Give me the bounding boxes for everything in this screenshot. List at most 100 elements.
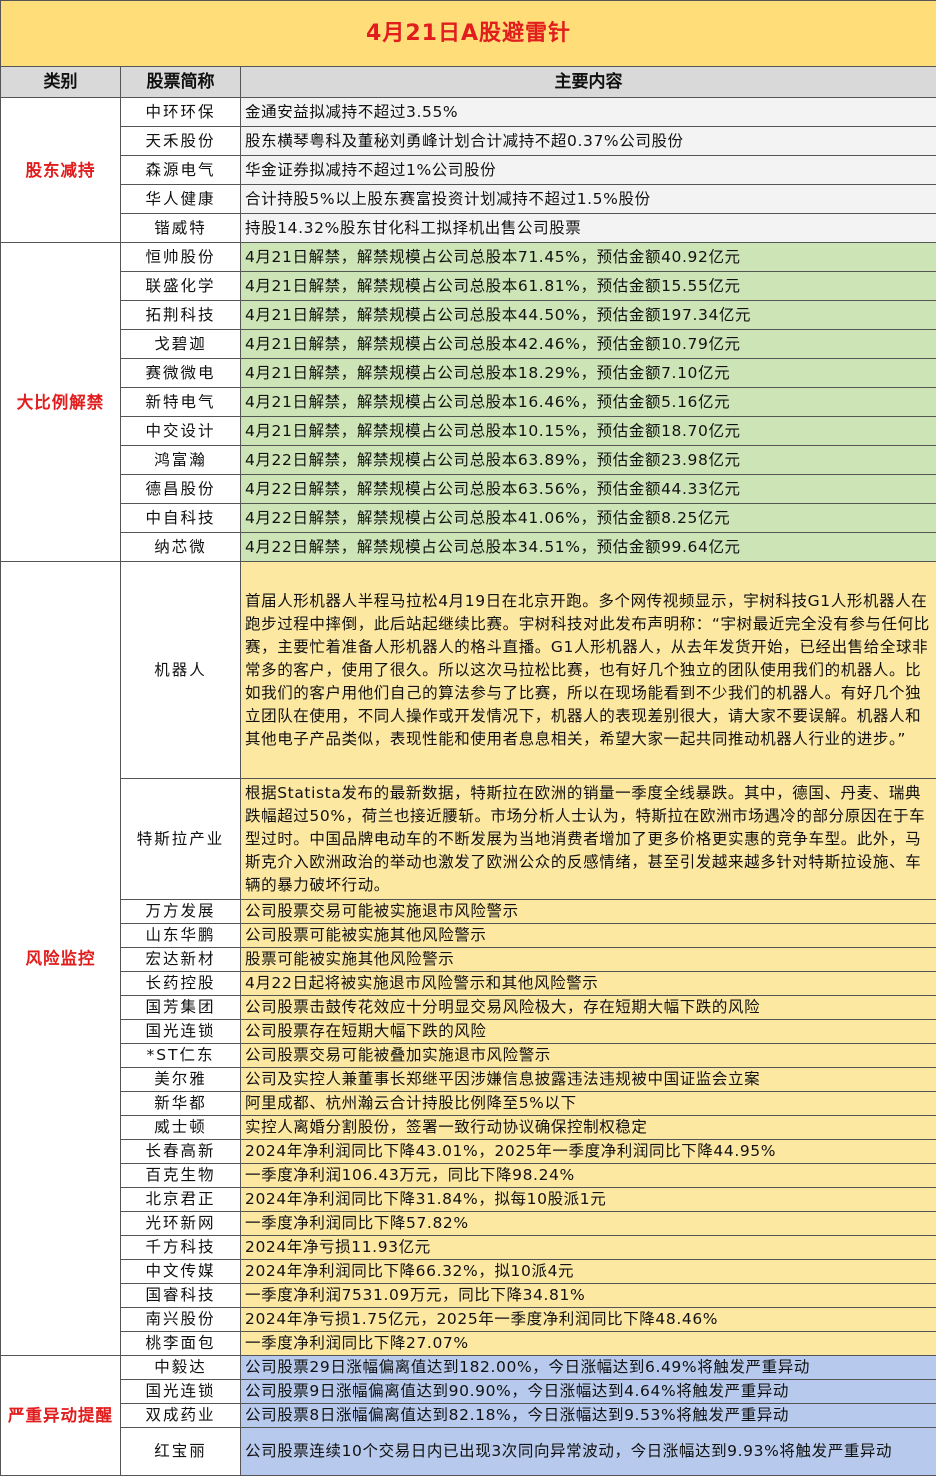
table-row: 威士顿 实控人离婚分割股份，签署一致行动协议确保控制权稳定 [1, 1115, 936, 1140]
table-row: 新华都 阿里成都、杭州瀚云合计持股比例降至5%以下 [1, 1091, 936, 1116]
content-cell: 2024年净利润同比下降43.01%，2025年一季度净利润同比下降44.95% [239, 1139, 936, 1164]
content-cell: 公司股票击鼓传花效应十分明显交易风险极大，存在短期大幅下跌的风险 [239, 995, 936, 1020]
stock-name-cell: 中毅达 [120, 1355, 241, 1380]
stock-name-cell: 山东华鹏 [120, 923, 241, 948]
table-row: 纳芯微 4月22日解禁，解禁规模占公司总股本34.51%，预估金额99.64亿元 [1, 532, 936, 562]
content-cell: 股东横琴粤科及董秘刘勇峰计划合计减持不超0.37%公司股份 [239, 126, 936, 156]
table-row: 华人健康 合计持股5%以上股东赛富投资计划减持不超过1.5%股份 [1, 184, 936, 214]
content-cell: 4月22日起将被实施退市风险警示和其他风险警示 [239, 971, 936, 996]
stock-name-cell: 锴威特 [120, 213, 241, 243]
table-row: 千方科技 2024年净亏损11.93亿元 [1, 1235, 936, 1260]
content-cell: 4月22日解禁，解禁规模占公司总股本41.06%，预估金额8.25亿元 [239, 503, 936, 533]
table-row: 中自科技 4月22日解禁，解禁规模占公司总股本41.06%，预估金额8.25亿元 [1, 503, 936, 533]
stock-name-cell: 万方发展 [120, 899, 241, 924]
content-cell: 4月21日解禁，解禁规模占公司总股本61.81%，预估金额15.55亿元 [239, 271, 936, 301]
content-cell: 4月21日解禁，解禁规模占公司总股本71.45%，预估金额40.92亿元 [239, 242, 936, 272]
content-cell: 公司股票29日涨幅偏离值达到182.00%，今日涨幅达到6.49%将触发严重异动 [239, 1355, 936, 1380]
table-row: 山东华鹏 公司股票可能被实施其他风险警示 [1, 923, 936, 948]
stock-name-cell: 恒帅股份 [120, 242, 241, 272]
content-cell: 首届人形机器人半程马拉松4月19日在北京开跑。多个网传视频显示，宇树科技G1人形… [239, 561, 936, 779]
table-row: 特斯拉产业 根据Statista发布的最新数据，特斯拉在欧洲的销量一季度全线暴跌。… [1, 778, 936, 900]
content-cell: 一季度净利润同比下降57.82% [239, 1211, 936, 1236]
stock-name-cell: 新华都 [120, 1091, 241, 1116]
stock-name-cell: 中交设计 [120, 416, 241, 446]
stock-name-cell: 红宝丽 [120, 1427, 241, 1476]
content-cell: 公司股票9日涨幅偏离值达到90.90%，今日涨幅达到4.64%将触发严重异动 [239, 1379, 936, 1404]
table-row: 国芳集团 公司股票击鼓传花效应十分明显交易风险极大，存在短期大幅下跌的风险 [1, 995, 936, 1020]
table-row: 万方发展 公司股票交易可能被实施退市风险警示 [1, 899, 936, 924]
stock-name-cell: 南兴股份 [120, 1307, 241, 1332]
table-row: 北京君正 2024年净利润同比下降31.84%，拟每10股派1元 [1, 1187, 936, 1212]
content-cell: 2024年净亏损1.75亿元，2025年一季度净利润同比下降48.46% [239, 1307, 936, 1332]
stock-name-cell: 国光连锁 [120, 1019, 241, 1044]
table-row: 光环新网 一季度净利润同比下降57.82% [1, 1211, 936, 1236]
table-row: 天禾股份 股东横琴粤科及董秘刘勇峰计划合计减持不超0.37%公司股份 [1, 126, 936, 156]
stock-name-cell: 国睿科技 [120, 1283, 241, 1308]
content-cell: 合计持股5%以上股东赛富投资计划减持不超过1.5%股份 [239, 184, 936, 214]
stock-name-cell: 特斯拉产业 [120, 778, 241, 900]
content-cell: 4月21日解禁，解禁规模占公司总股本10.15%，预估金额18.70亿元 [239, 416, 936, 446]
stock-name-cell: 赛微微电 [120, 358, 241, 388]
table-row: 百克生物 一季度净利润106.43万元，同比下降98.24% [1, 1163, 936, 1188]
table-row: 鸿富瀚 4月22日解禁，解禁规模占公司总股本63.89%，预估金额23.98亿元 [1, 445, 936, 475]
content-cell: 公司股票连续10个交易日内已出现3次同向异常波动，今日涨幅达到9.93%将触发严… [239, 1427, 936, 1476]
table-row: 严重异动提醒 中毅达 公司股票29日涨幅偏离值达到182.00%，今日涨幅达到6.4… [0, 1355, 936, 1476]
stock-name-cell: 纳芯微 [120, 532, 241, 562]
table-row: 红宝丽 公司股票连续10个交易日内已出现3次同向异常波动，今日涨幅达到9.93%将… [1, 1427, 936, 1476]
table-row: 锴威特 持股14.32%股东甘化科工拟择机出售公司股票 [1, 213, 936, 243]
table-row: 长春高新 2024年净利润同比下降43.01%，2025年一季度净利润同比下降44… [1, 1139, 936, 1164]
content-cell: 公司股票8日涨幅偏离值达到82.18%，今日涨幅达到9.53%将触发严重异动 [239, 1403, 936, 1428]
category-cell: 风险监控 [0, 561, 121, 1356]
table-row: 大比例解禁 恒帅股份 4月21日解禁，解禁规模占公司总股本71.45%，预估金额40… [0, 242, 936, 562]
content-cell: 2024年净亏损11.93亿元 [239, 1235, 936, 1260]
table-row: 中交设计 4月21日解禁，解禁规模占公司总股本10.15%，预估金额18.70亿元 [1, 416, 936, 446]
table-row: *ST仁东 公司股票交易可能被叠加实施退市风险警示 [1, 1043, 936, 1068]
stock-name-cell: 联盛化学 [120, 271, 241, 301]
table-row: 股东减持 中环环保 金通安益拟减持不超过3.55% [0, 97, 936, 243]
stock-name-cell: 光环新网 [120, 1211, 241, 1236]
category-cell: 严重异动提醒 [0, 1355, 121, 1476]
content-cell: 公司股票可能被实施其他风险警示 [239, 923, 936, 948]
table-row: 森源电气 华金证券拟减持不超过1%公司股份 [1, 155, 936, 185]
table-row: 联盛化学 4月21日解禁，解禁规模占公司总股本61.81%，预估金额15.55亿元 [1, 271, 936, 301]
content-cell: 4月21日解禁，解禁规模占公司总股本42.46%，预估金额10.79亿元 [239, 329, 936, 359]
table-body: 股东减持 中环环保 金通安益拟减持不超过3.55% 天禾股份 股东横琴粤科及董秘刘勇峰计… [0, 97, 936, 1476]
content-cell: 公司股票交易可能被叠加实施退市风险警示 [239, 1043, 936, 1068]
stock-name-cell: 百克生物 [120, 1163, 241, 1188]
content-cell: 2024年净利润同比下降66.32%，拟10派4元 [239, 1259, 936, 1284]
content-cell: 阿里成都、杭州瀚云合计持股比例降至5%以下 [239, 1091, 936, 1116]
table-row: 国光连锁 公司股票存在短期大幅下跌的风险 [1, 1019, 936, 1044]
table-row: 国睿科技 一季度净利润7531.09万元，同比下降34.81% [1, 1283, 936, 1308]
page-title: 4月21日A股避雷针 [0, 0, 936, 67]
table-row: 拓荆科技 4月21日解禁，解禁规模占公司总股本44.50%，预估金额197.34亿… [1, 300, 936, 330]
table-row: 南兴股份 2024年净亏损1.75亿元，2025年一季度净利润同比下降48.46% [1, 1307, 936, 1332]
stock-name-cell: 中环环保 [120, 97, 241, 127]
content-cell: 华金证券拟减持不超过1%公司股份 [239, 155, 936, 185]
stock-name-cell: 中文传媒 [120, 1259, 241, 1284]
stock-name-cell: 千方科技 [120, 1235, 241, 1260]
stock-name-cell: 桃李面包 [120, 1331, 241, 1356]
table-row: 德昌股份 4月22日解禁，解禁规模占公司总股本63.56%，预估金额44.33亿元 [1, 474, 936, 504]
risk-table: 4月21日A股避雷针 类别 股票简称 主要内容 股东减持 中环环保 金通安益拟减持不… [0, 0, 936, 1476]
content-cell: 一季度净利润同比下降27.07% [239, 1331, 936, 1356]
content-cell: 一季度净利润106.43万元，同比下降98.24% [239, 1163, 936, 1188]
stock-name-cell: 拓荆科技 [120, 300, 241, 330]
table-row: 新特电气 4月21日解禁，解禁规模占公司总股本16.46%，预估金额5.16亿元 [1, 387, 936, 417]
table-row: 美尔雅 公司及实控人兼董事长郑继平因涉嫌信息披露违法违规被中国证监会立案 [1, 1067, 936, 1092]
content-cell: 4月21日解禁，解禁规模占公司总股本44.50%，预估金额197.34亿元 [239, 300, 936, 330]
content-cell: 2024年净利润同比下降31.84%，拟每10股派1元 [239, 1187, 936, 1212]
category-cell: 大比例解禁 [0, 242, 121, 562]
content-cell: 4月21日解禁，解禁规模占公司总股本18.29%，预估金额7.10亿元 [239, 358, 936, 388]
stock-name-cell: 机器人 [120, 561, 241, 779]
content-cell: 实控人离婚分割股份，签署一致行动协议确保控制权稳定 [239, 1115, 936, 1140]
table-row: 戈碧迦 4月21日解禁，解禁规模占公司总股本42.46%，预估金额10.79亿元 [1, 329, 936, 359]
content-cell: 金通安益拟减持不超过3.55% [239, 97, 936, 127]
stock-name-cell: 长药控股 [120, 971, 241, 996]
content-cell: 根据Statista发布的最新数据，特斯拉在欧洲的销量一季度全线暴跌。其中，德国… [239, 778, 936, 900]
content-cell: 公司股票交易可能被实施退市风险警示 [239, 899, 936, 924]
category-cell: 股东减持 [0, 97, 121, 243]
stock-name-cell: 威士顿 [120, 1115, 241, 1140]
stock-name-cell: 北京君正 [120, 1187, 241, 1212]
content-cell: 一季度净利润7531.09万元，同比下降34.81% [239, 1283, 936, 1308]
table-row: 国光连锁 公司股票9日涨幅偏离值达到90.90%，今日涨幅达到4.64%将触发严重… [1, 1379, 936, 1404]
